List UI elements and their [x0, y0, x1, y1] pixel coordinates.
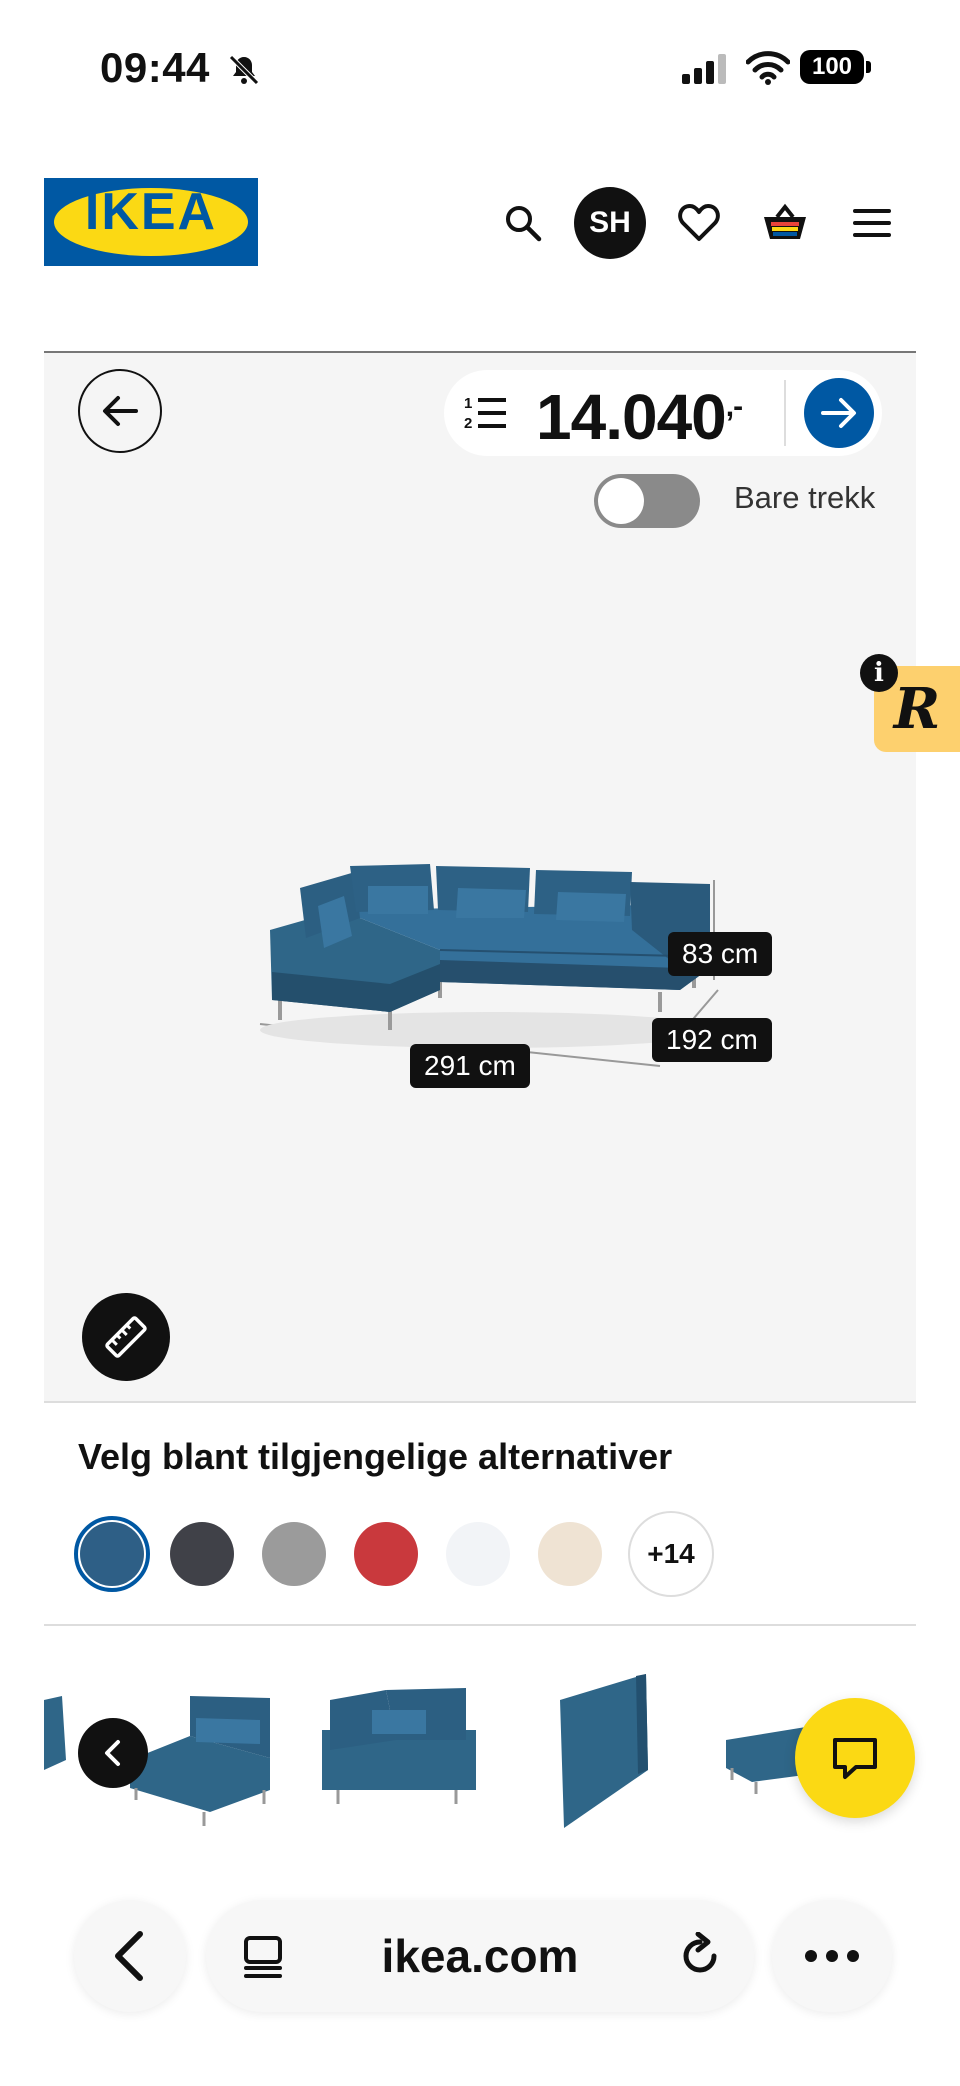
heart-icon[interactable] — [672, 196, 726, 250]
covers-only-label: Bare trekk — [734, 480, 876, 515]
color-swatch[interactable] — [538, 1522, 602, 1586]
arrow-left-icon — [103, 396, 138, 426]
ruler-icon — [105, 1316, 147, 1358]
menu-icon[interactable] — [846, 196, 900, 250]
dimension-width: 291 cm — [410, 1044, 530, 1088]
logo-text: IKEA — [84, 183, 218, 241]
chevron-left-icon — [105, 1740, 120, 1766]
info-icon[interactable]: i — [860, 654, 898, 692]
dimension-depth: 192 cm — [652, 1018, 772, 1062]
measure-toggle-button[interactable] — [82, 1293, 170, 1381]
color-swatch[interactable] — [170, 1522, 234, 1586]
module-thumbnail-backrest[interactable] — [536, 1660, 706, 1840]
continue-button[interactable] — [804, 378, 874, 448]
arrow-right-icon — [821, 398, 856, 428]
ikea-logo[interactable]: IKEA — [44, 178, 258, 266]
chat-bubble-icon — [833, 1738, 877, 1779]
numbered-list-icon: 1 2 — [464, 395, 506, 432]
covers-only-toggle[interactable] — [594, 474, 700, 528]
options-title: Velg blant tilgjengelige alternativer — [78, 1436, 673, 1477]
reload-icon[interactable] — [676, 1932, 724, 1980]
user-avatar-button[interactable]: SH — [574, 187, 646, 259]
carousel-prev-button[interactable] — [78, 1718, 148, 1788]
divider — [44, 1624, 916, 1626]
back-button[interactable] — [78, 369, 162, 453]
svg-text:2: 2 — [464, 415, 472, 432]
browser-back-button[interactable] — [74, 1900, 186, 2012]
chat-button[interactable] — [795, 1698, 915, 1818]
price-summary[interactable]: 1 2 14.040,- — [444, 370, 882, 456]
signal-icon — [682, 54, 726, 84]
chevron-left-icon — [115, 1931, 143, 1981]
url-text: ikea.com — [381, 1930, 579, 1982]
more-colors-button[interactable]: +14 — [628, 1511, 714, 1597]
color-swatch[interactable] — [262, 1522, 326, 1586]
svg-text:1: 1 — [464, 395, 472, 412]
cart-icon[interactable] — [758, 196, 812, 250]
status-time: 09:44 — [100, 44, 210, 91]
total-price: 14.040,- — [536, 381, 743, 453]
battery-level: 100 — [800, 50, 864, 84]
module-thumbnail-partial[interactable] — [44, 1690, 70, 1790]
dimension-height: 83 cm — [668, 932, 773, 976]
wifi-icon — [746, 51, 790, 85]
module-thumbnail-corner[interactable] — [316, 1660, 486, 1840]
search-icon[interactable] — [496, 196, 550, 250]
color-swatch[interactable] — [354, 1522, 418, 1586]
bell-muted-icon — [229, 55, 259, 85]
color-swatch[interactable] — [446, 1522, 510, 1586]
more-options-button[interactable] — [772, 1900, 892, 2012]
address-bar[interactable]: ikea.com — [206, 1900, 754, 2012]
battery-indicator: 100 — [800, 50, 874, 86]
ellipsis-icon — [805, 1950, 859, 1962]
color-swatch[interactable] — [80, 1522, 144, 1586]
